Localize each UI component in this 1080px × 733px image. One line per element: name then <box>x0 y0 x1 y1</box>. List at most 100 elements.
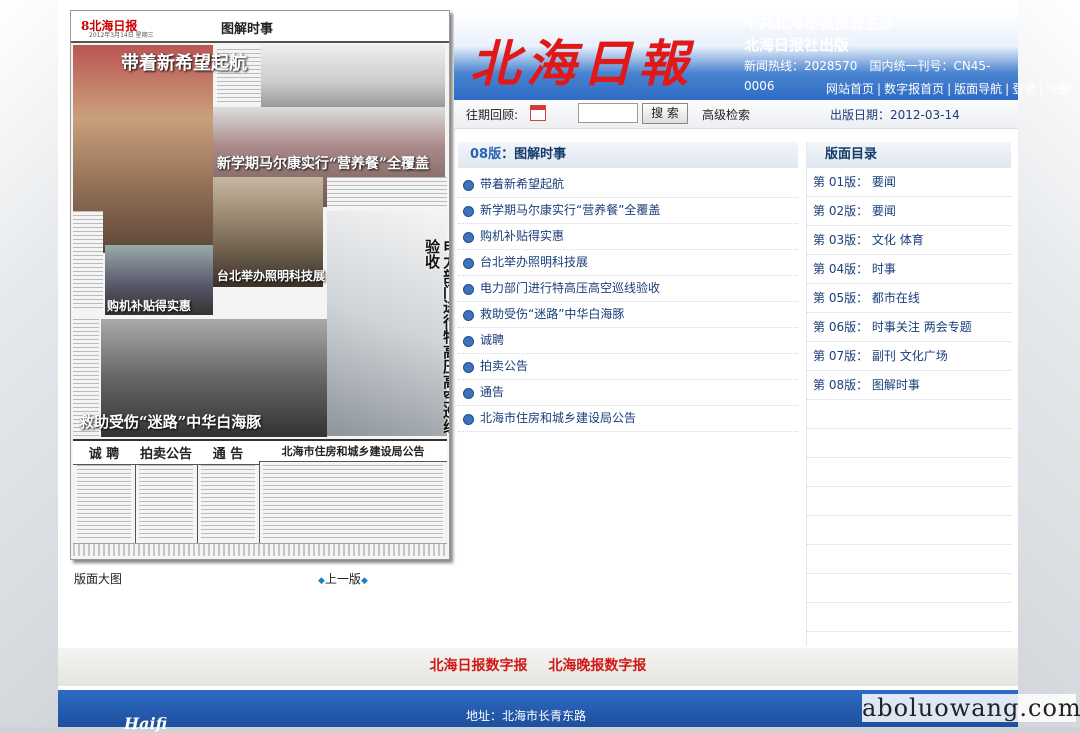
link-beihai-evening[interactable]: 北海晚报数字报 <box>540 658 654 674</box>
toc-item[interactable]: 第 07版： 副刊 文化广场 <box>807 342 1011 371</box>
article-title: 台北举办照明科技展 <box>480 255 589 269</box>
article-title: 北海市住房和城乡建设局公告 <box>480 411 637 425</box>
article-title: 新学期马尔康实行“营养餐”全覆盖 <box>480 203 661 217</box>
ad-text <box>201 465 255 539</box>
bullet-icon <box>463 180 474 191</box>
separator: | <box>877 82 882 96</box>
ad-title: 北海市住房和城乡建设局公告 <box>259 441 447 462</box>
headline-subsidy[interactable]: 购机补贴得实惠 <box>107 297 191 314</box>
toc-item[interactable]: 第 08版： 图解时事 <box>807 371 1011 400</box>
link-home[interactable]: 网站首页 <box>826 82 874 96</box>
separator: | <box>1005 82 1010 96</box>
page-name: 图解时事 <box>514 147 567 162</box>
calendar-icon[interactable]: cal <box>530 105 546 121</box>
brand-logo[interactable]: 北海日報 <box>470 24 694 96</box>
bullet-icon <box>463 206 474 217</box>
footer-address: 地址：北海市长青东路 <box>466 709 587 723</box>
article-item[interactable]: 诚聘 <box>458 328 798 354</box>
bullet-icon <box>463 362 474 373</box>
article-item[interactable]: 新学期马尔康实行“营养餐”全覆盖 <box>458 198 798 224</box>
toc-item[interactable]: 第 02版： 要闻 <box>807 197 1011 226</box>
ad-hiring[interactable]: 诚 聘 <box>73 441 136 543</box>
ad-housing-bureau[interactable]: 北海市住房和城乡建设局公告 <box>259 441 447 543</box>
ad-text <box>139 465 193 539</box>
headline-lighting-expo[interactable]: 台北举办照明科技展 <box>217 267 325 284</box>
bullet-icon <box>463 388 474 399</box>
headline-nutrition-meal[interactable]: 新学期马尔康实行“营养餐”全覆盖 <box>217 153 429 173</box>
article-item[interactable]: 购机补贴得实惠 <box>458 224 798 250</box>
toc-item[interactable]: 第 04版： 时事 <box>807 255 1011 284</box>
newspaper-page-thumbnail[interactable]: 8北海日报 2012年3月14日 星期三 图解时事 带着新希望起航 新学期马尔康… <box>70 10 450 560</box>
search-button[interactable]: 搜 索 <box>642 103 688 124</box>
photo-students[interactable] <box>261 45 445 107</box>
toc-empty-row <box>807 400 1011 429</box>
bullet-icon <box>463 284 474 295</box>
article-title: 通告 <box>480 385 505 399</box>
article-title: 电力部门进行特高压高空巡线验收 <box>480 281 661 295</box>
link-beihai-daily[interactable]: 北海日报数字报 <box>422 658 536 674</box>
article-list-panel: 08版：图解时事 带着新希望起航 新学期马尔康实行“营养餐”全覆盖 购机补贴得实… <box>458 142 798 432</box>
bullet-icon <box>463 232 474 243</box>
text-column <box>73 211 103 309</box>
toc-empty-row <box>807 516 1011 545</box>
page-toc-panel: 版面目录 第 01版： 要闻 第 02版： 要闻 第 03版： 文化 体育 第 … <box>806 142 1011 646</box>
headline-new-hope[interactable]: 带着新希望起航 <box>121 49 247 75</box>
ad-notice[interactable]: 通 告 <box>197 441 260 543</box>
article-item[interactable]: 带着新希望起航 <box>458 172 798 198</box>
publisher-name: 北海日报社出版 <box>744 36 850 54</box>
publisher-line: 中共北海市委员会主办 <box>744 14 895 32</box>
page-number: 08版 <box>470 147 502 162</box>
headline-dolphin[interactable]: 救助受伤“迷路”中华白海豚 <box>79 411 261 432</box>
article-item[interactable]: 拍卖公告 <box>458 354 798 380</box>
ad-title: 诚 聘 <box>73 441 135 465</box>
toc-item[interactable]: 第 06版： 时事关注 两会专题 <box>807 313 1011 342</box>
link-page-nav[interactable]: 版面导航 <box>954 82 1002 96</box>
footer-logo: Haifi <box>124 714 168 733</box>
ad-title: 拍卖公告 <box>135 441 197 465</box>
article-title: 购机补贴得实惠 <box>480 229 565 243</box>
paper-footer-strip <box>73 543 447 556</box>
toc-empty-row <box>807 487 1011 516</box>
bullet-icon <box>463 336 474 347</box>
toc-item[interactable]: 第 01版： 要闻 <box>807 168 1011 197</box>
article-title: 救助受伤“迷路”中华白海豚 <box>480 307 625 321</box>
title-separator: ： <box>501 147 515 162</box>
bullet-icon <box>463 414 474 425</box>
article-item[interactable]: 通告 <box>458 380 798 406</box>
date-input[interactable] <box>578 103 638 123</box>
link-digital-home[interactable]: 数字报首页 <box>884 82 944 96</box>
headline-power-line[interactable]: 电力部门进行特高压高空巡线验收 <box>423 239 449 439</box>
text-column <box>327 177 447 209</box>
background-left <box>0 0 58 727</box>
bullet-icon <box>463 310 474 321</box>
article-item[interactable]: 台北举办照明科技展 <box>458 250 798 276</box>
article-item[interactable]: 电力部门进行特高压高空巡线验收 <box>458 276 798 302</box>
article-item[interactable]: 北海市住房和城乡建设局公告 <box>458 406 798 432</box>
link-register[interactable]: 注册 <box>1046 82 1070 96</box>
article-list-title: 08版：图解时事 <box>458 142 798 168</box>
paper-date: 2012年3月14日 星期三 <box>89 32 154 39</box>
toc-empty-row <box>807 603 1011 632</box>
search-toolbar: 往期回顾: cal 搜 索 高级检索 出版日期：2012-03-14 <box>454 100 1018 129</box>
article-list: 带着新希望起航 新学期马尔康实行“营养餐”全覆盖 购机补贴得实惠 台北举办照明科… <box>458 168 798 432</box>
article-item[interactable]: 救助受伤“迷路”中华白海豚 <box>458 302 798 328</box>
link-login[interactable]: 登录 <box>1012 82 1036 96</box>
publication-date: 出版日期：2012-03-14 <box>830 108 960 122</box>
background-right <box>1018 0 1080 727</box>
page: 8北海日报 2012年3月14日 星期三 图解时事 带着新希望起航 新学期马尔康… <box>58 0 1070 733</box>
prev-page-label: 上一版 <box>324 572 361 586</box>
toc-item[interactable]: 第 03版： 文化 体育 <box>807 226 1011 255</box>
article-title: 诚聘 <box>480 333 505 347</box>
ad-auction[interactable]: 拍卖公告 <box>135 441 198 543</box>
toc-item[interactable]: 第 05版： 都市在线 <box>807 284 1011 313</box>
big-image-link[interactable]: 版面大图 <box>74 570 122 587</box>
ad-title: 通 告 <box>197 441 259 465</box>
advanced-search-link[interactable]: 高级检索 <box>702 106 750 123</box>
ad-text <box>263 465 443 539</box>
ad-text <box>77 465 131 539</box>
prev-page-link[interactable]: ◆上一版◆ <box>318 570 368 587</box>
toc-empty-row <box>807 429 1011 458</box>
digital-editions-bar: 北海日报数字报 北海晚报数字报 <box>58 648 1018 686</box>
toc-empty-row <box>807 545 1011 574</box>
toc-empty-row <box>807 458 1011 487</box>
